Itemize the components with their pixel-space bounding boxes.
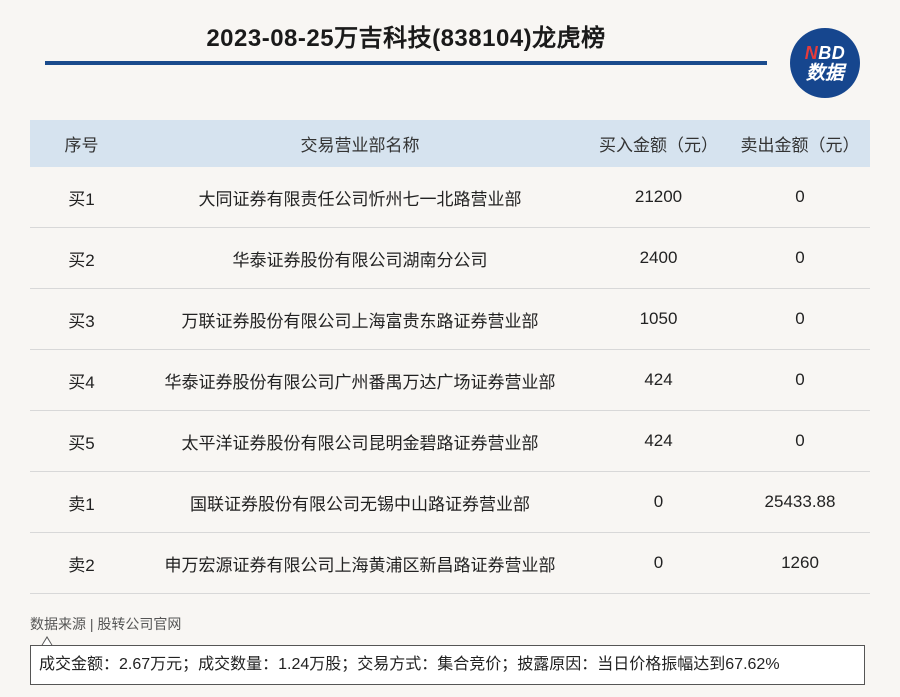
logo-letters-bd: BD [818, 42, 846, 63]
cell-branch-name: 华泰证券股份有限公司湖南分公司 [133, 227, 587, 289]
logo-text: 数据 [805, 62, 844, 84]
cell-sell-amount: 0 [730, 349, 870, 411]
cell-buy-amount: 424 [587, 349, 730, 411]
header-index: 序号 [30, 120, 133, 167]
cell-branch-name: 华泰证券股份有限公司广州番禺万达广场证券营业部 [133, 349, 587, 411]
cell-buy-amount: 1050 [587, 288, 730, 350]
table-row: 买2 华泰证券股份有限公司湖南分公司 2400 0 [30, 227, 870, 289]
cell-sell-amount: 0 [730, 227, 870, 289]
cell-index: 卖2 [30, 532, 133, 594]
cell-buy-amount: 2400 [587, 227, 730, 289]
table-header-row: 序号 交易营业部名称 买入金额（元） 卖出金额（元） [30, 120, 870, 167]
cell-index: 买2 [30, 227, 133, 289]
table-row: 卖2 申万宏源证券有限公司上海黄浦区新昌路证券营业部 0 1260 [30, 532, 870, 594]
nbd-logo: NBD 数据 [790, 28, 860, 98]
cell-sell-amount: 0 [730, 288, 870, 350]
cell-sell-amount: 0 [730, 167, 870, 228]
cell-buy-amount: 0 [587, 471, 730, 533]
table-row: 买4 华泰证券股份有限公司广州番禺万达广场证券营业部 424 0 [30, 349, 870, 411]
cell-index: 买1 [30, 167, 133, 228]
cell-buy-amount: 424 [587, 410, 730, 472]
header-buy-amount: 买入金额（元） [587, 120, 730, 167]
table-row: 买3 万联证券股份有限公司上海富贵东路证券营业部 1050 0 [30, 288, 870, 350]
header-branch-name: 交易营业部名称 [133, 120, 587, 167]
header-sell-amount: 卖出金额（元） [730, 120, 870, 167]
cell-buy-amount: 0 [587, 532, 730, 594]
cell-index: 买4 [30, 349, 133, 411]
cell-buy-amount: 21200 [587, 167, 730, 228]
cell-sell-amount: 1260 [730, 532, 870, 594]
data-source: 数据来源 | 股转公司官网 [30, 616, 182, 632]
cell-branch-name: 大同证券有限责任公司忻州七一北路营业部 [133, 167, 587, 228]
table-row: 买5 太平洋证券股份有限公司昆明金碧路证券营业部 424 0 [30, 410, 870, 472]
cell-sell-amount: 0 [730, 410, 870, 472]
cell-index: 卖1 [30, 471, 133, 533]
cell-branch-name: 太平洋证券股份有限公司昆明金碧路证券营业部 [133, 410, 587, 472]
cell-branch-name: 万联证券股份有限公司上海富贵东路证券营业部 [133, 288, 587, 350]
cell-index: 买3 [30, 288, 133, 350]
logo-letter-n: N [804, 42, 819, 63]
trade-summary-note: 成交金额：2.67万元；成交数量：1.24万股；交易方式：集合竞价；披露原因：当… [30, 645, 865, 685]
table-row: 买1 大同证券有限责任公司忻州七一北路营业部 21200 0 [30, 167, 870, 228]
table-row: 卖1 国联证券股份有限公司无锡中山路证券营业部 0 25433.88 [30, 471, 870, 533]
title-underline [45, 61, 767, 65]
cell-sell-amount: 25433.88 [730, 471, 870, 533]
cell-branch-name: 国联证券股份有限公司无锡中山路证券营业部 [133, 471, 587, 533]
dragon-tiger-table: 序号 交易营业部名称 买入金额（元） 卖出金额（元） 买1 大同证券有限责任公司忻… [30, 120, 870, 594]
cell-branch-name: 申万宏源证券有限公司上海黄浦区新昌路证券营业部 [133, 532, 587, 594]
cell-index: 买5 [30, 410, 133, 472]
page-title: 2023-08-25万吉科技(838104)龙虎榜 [206, 25, 606, 52]
